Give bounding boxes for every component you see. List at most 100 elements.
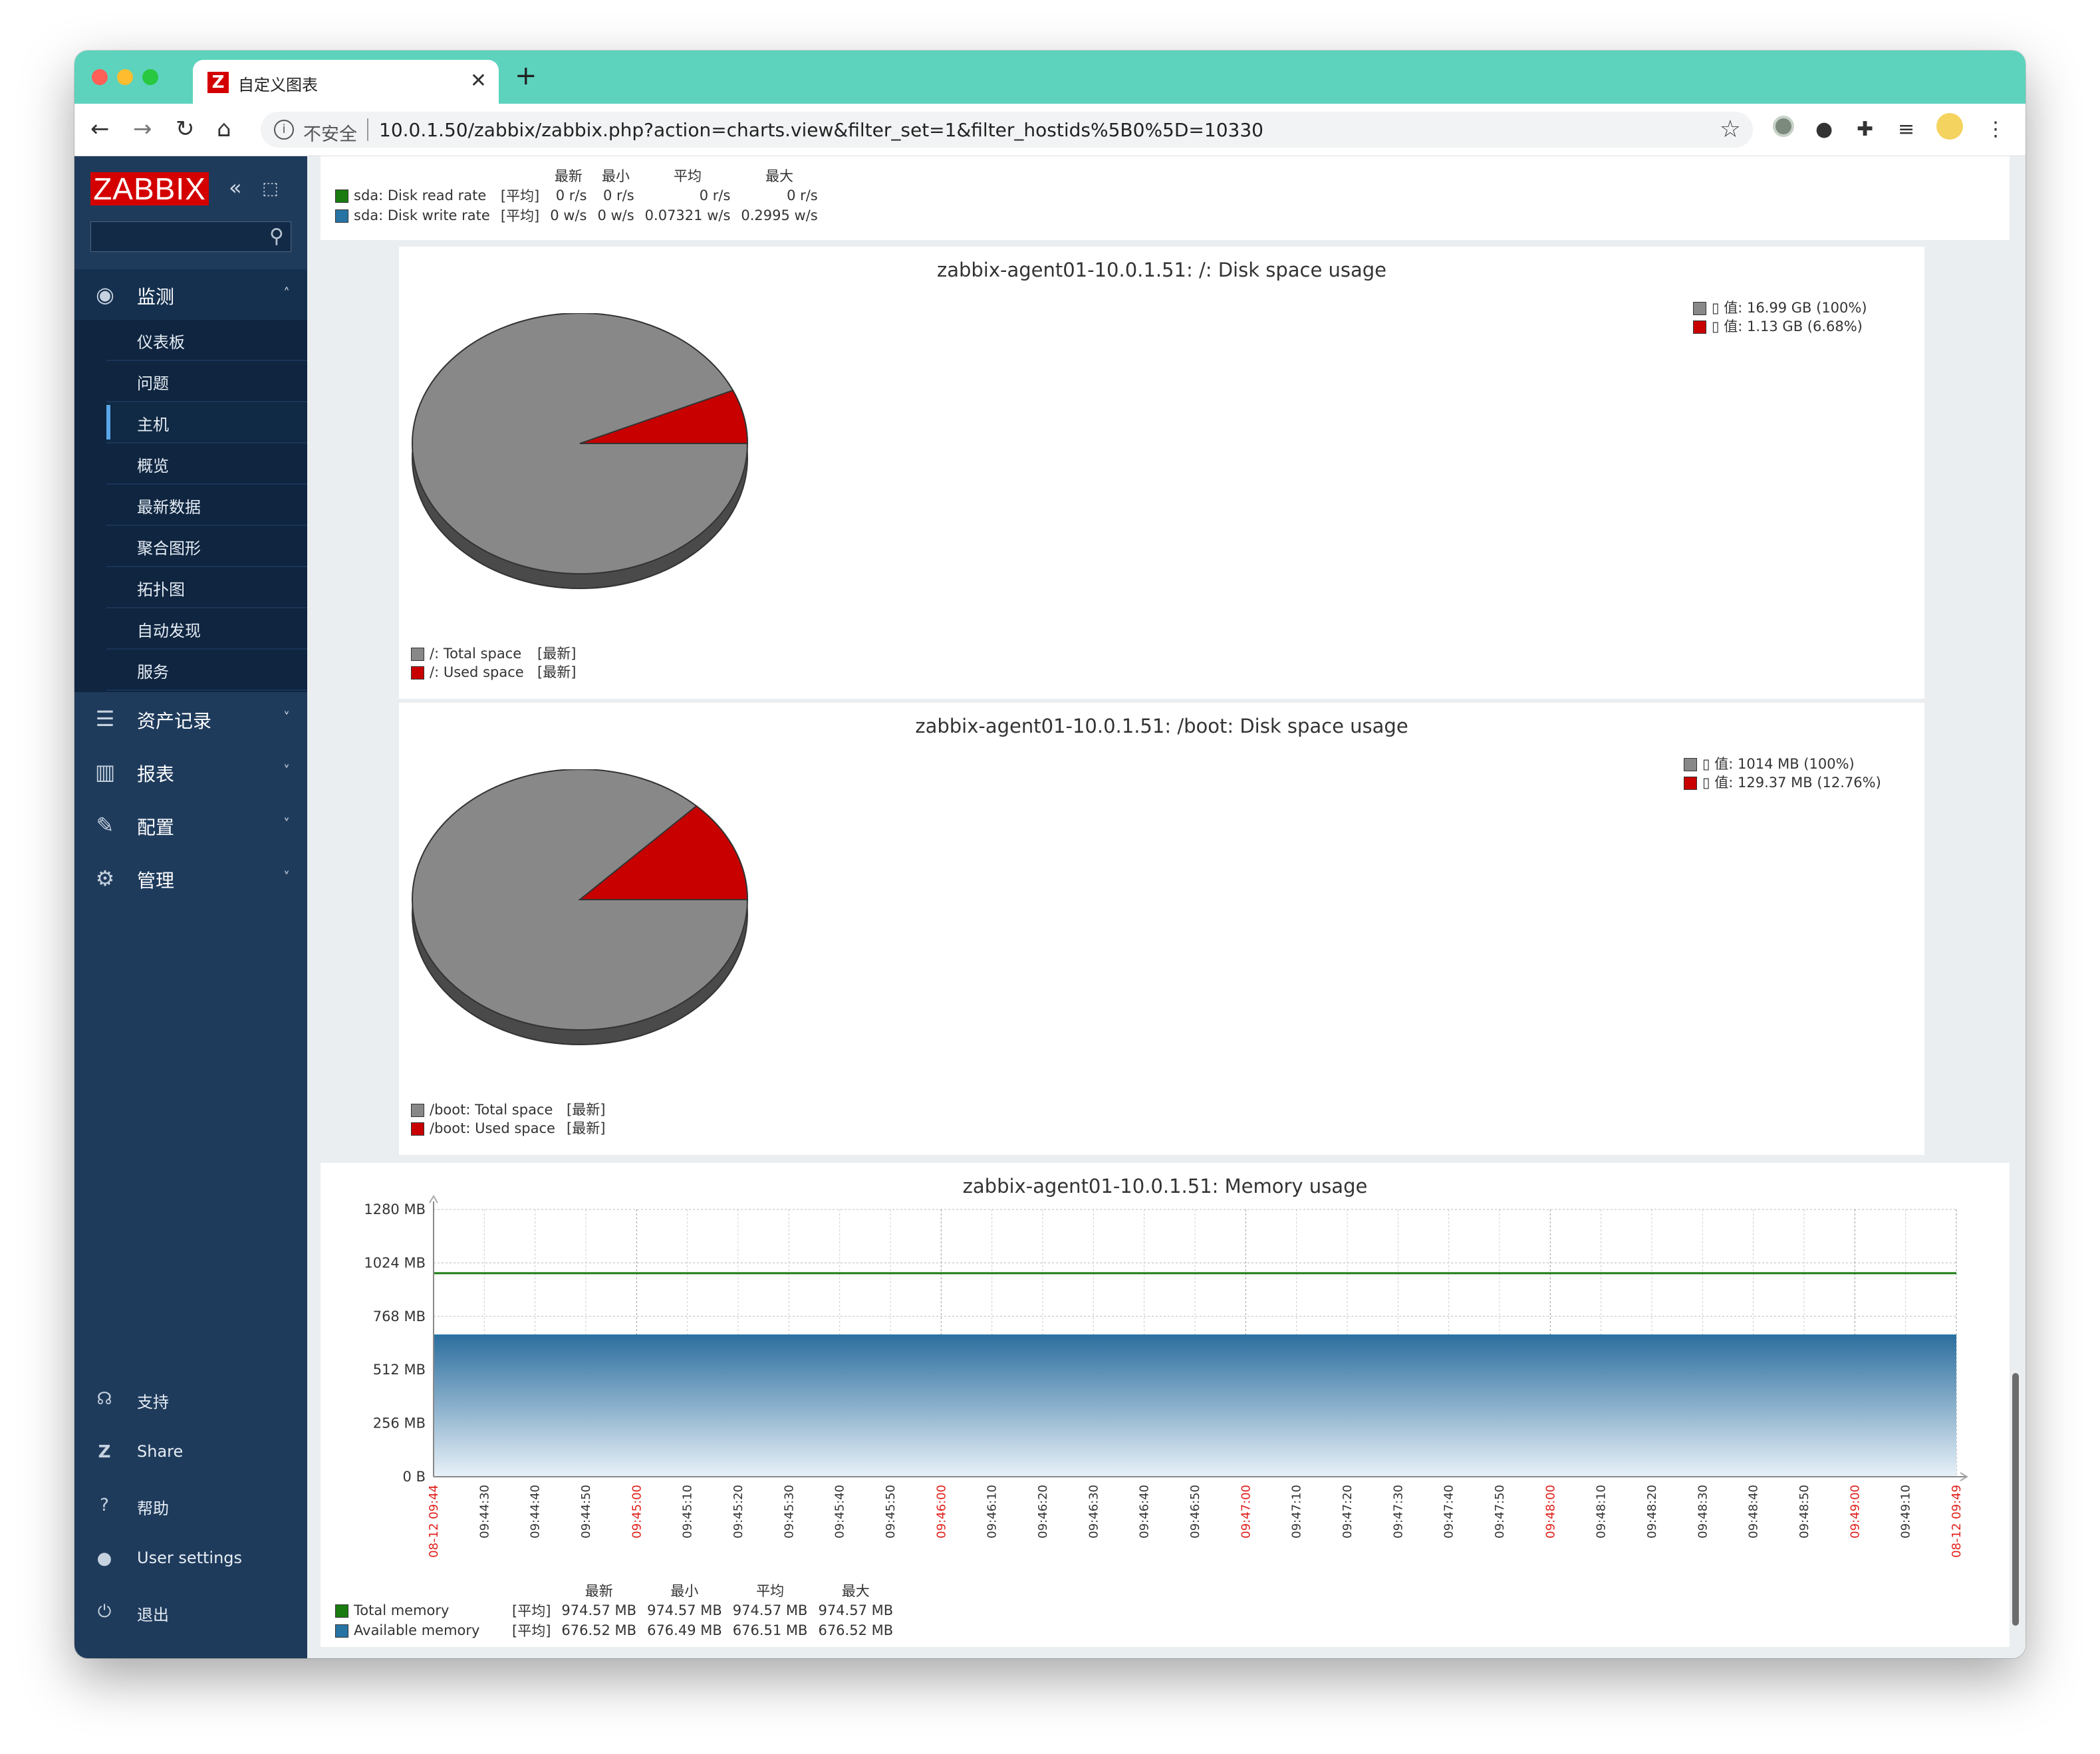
pie-chart [412, 769, 749, 1045]
zoom-window-button[interactable] [142, 69, 158, 85]
extension-icon[interactable] [1773, 116, 1794, 137]
x-tick-label: 09:46:00 [934, 1485, 948, 1539]
legend-value-used: ▯ 值: 1.13 GB (6.68%) [1693, 316, 1863, 336]
legend-row: sda: Disk write rate [平均] 0 w/s 0 w/s 0.… [330, 205, 823, 225]
sidebar: ZABBIX « ⬚ ⚲ ◉ 监测 ˄ 仪表板 问题 主机 概览 最新数据 聚合… [74, 156, 307, 1658]
series-area-available-memory [434, 1335, 1956, 1477]
graph-title: zabbix-agent01-10.0.1.51: /boot: Disk sp… [915, 715, 1408, 737]
monitoring-submenu: 仪表板 问题 主机 概览 最新数据 聚合图形 拓扑图 自动发现 服务 [74, 320, 307, 692]
reload-icon[interactable]: ↻ [176, 116, 195, 142]
x-tick-label: 09:45:40 [833, 1485, 847, 1539]
submenu-overview[interactable]: 概览 [106, 443, 307, 485]
tab-bar: Z 自定义图表 ✕ + [74, 51, 2026, 104]
submenu-problems[interactable]: 问题 [106, 361, 307, 402]
submenu-latest-data[interactable]: 最新数据 [106, 485, 307, 526]
puzzle-icon[interactable]: ✚ [1857, 118, 1873, 141]
user-icon: ● [96, 1549, 112, 1568]
x-tick-label: 09:48:50 [1797, 1485, 1811, 1539]
submenu-screens[interactable]: 聚合图形 [106, 526, 307, 567]
menu-monitoring[interactable]: ◉ 监测 ˄ [74, 269, 307, 320]
pie-chart [412, 313, 749, 589]
footer-user-settings[interactable]: ● User settings [74, 1538, 307, 1578]
browser-tab[interactable]: Z 自定义图表 ✕ [193, 60, 499, 104]
address-bar[interactable]: i 不安全 10.0.1.50/zabbix/zabbix.php?action… [261, 112, 1753, 148]
x-tick-label: 09:46:50 [1188, 1485, 1202, 1539]
legend-total-space: /: Total space [最新] [411, 643, 576, 663]
legend-used-space: /boot: Used space [最新] [411, 1118, 605, 1138]
legend-total-space: /boot: Total space [最新] [411, 1099, 605, 1119]
avatar-icon[interactable] [1936, 113, 1963, 140]
memory-legend: 最新 最小 平均 最大 Total memory [平均] 974.57 MB … [330, 1580, 898, 1640]
x-tick-label: 09:45:10 [681, 1485, 695, 1539]
chevron-down-icon: ˅ [283, 709, 290, 725]
x-tick-label: 09:48:10 [1595, 1485, 1609, 1539]
tab-close-icon[interactable]: ✕ [470, 69, 487, 92]
browser-window: Z 自定义图表 ✕ + ← → ↻ ⌂ i 不安全 10.0.1.50/zabb… [74, 51, 2026, 1658]
zabbix-share-icon: Z [98, 1442, 111, 1462]
disk-rate-legend: 最新 最小 平均 最大 sda: Disk read rate [平均] 0 r… [330, 166, 823, 225]
menu-reports[interactable]: ▥ 报表 ˅ [74, 747, 307, 797]
forward-icon[interactable]: → [133, 116, 152, 142]
x-tick-label: 09:47:10 [1290, 1485, 1304, 1539]
submenu-discovery[interactable]: 自动发现 [106, 608, 307, 650]
menu-administration[interactable]: ⚙ 管理 ˅ [74, 853, 307, 904]
x-tick-label: 09:45:30 [782, 1485, 796, 1539]
new-tab-icon[interactable]: + [515, 63, 537, 89]
footer-share[interactable]: Z Share [74, 1432, 307, 1471]
submenu-hosts[interactable]: 主机 [106, 402, 307, 443]
legend-row: Total memory [平均] 974.57 MB 974.57 MB 97… [330, 1600, 898, 1620]
legend-row: Available memory [平均] 676.52 MB 676.49 M… [330, 1620, 898, 1640]
disk-rate-graph: 最新 最小 平均 最大 sda: Disk read rate [平均] 0 r… [321, 156, 2010, 240]
bulb-icon[interactable]: ● [1815, 118, 1833, 141]
memory-area-chart: 0 B 256 MB 512 MB 768 MB 1024 MB 1280 MB 08-12… [364, 1195, 1968, 1558]
security-label: 不安全 [303, 124, 357, 145]
menu-icon[interactable]: ⋮ [1986, 118, 2006, 141]
submenu-services[interactable]: 服务 [106, 650, 307, 691]
search-icon[interactable]: ⚲ [269, 225, 284, 248]
eye-icon: ◉ [96, 282, 114, 307]
bar-chart-icon: ▥ [94, 759, 116, 785]
x-tick-label: 09:45:20 [731, 1485, 745, 1539]
pie-root-graph: zabbix-agent01-10.0.1.51: /: Disk space … [399, 247, 1924, 699]
kiosk-mode-icon[interactable]: ⬚ [262, 179, 279, 199]
y-tick-label: 1024 MB [364, 1255, 426, 1271]
playlist-icon[interactable]: ≡ [1898, 118, 1914, 141]
back-icon[interactable]: ← [90, 116, 110, 142]
x-tick-label: 09:45:50 [884, 1485, 898, 1539]
collapse-sidebar-icon[interactable]: « [229, 175, 242, 200]
x-tick-label: 09:49:10 [1899, 1485, 1913, 1539]
info-icon[interactable]: i [274, 120, 294, 140]
y-tick-label: 512 MB [373, 1362, 426, 1378]
zabbix-logo[interactable]: ZABBIX [90, 172, 209, 205]
zabbix-favicon-icon: Z [207, 72, 229, 93]
submenu-maps[interactable]: 拓扑图 [106, 567, 307, 608]
close-window-button[interactable] [92, 69, 108, 85]
menu-configuration[interactable]: ✎ 配置 ˅ [74, 800, 307, 850]
legend-row: sda: Disk read rate [平均] 0 r/s 0 r/s 0 r… [330, 186, 823, 205]
url-text[interactable]: 10.0.1.50/zabbix/zabbix.php?action=chart… [379, 119, 1263, 141]
search-input[interactable]: ⚲ [90, 221, 291, 252]
footer-signout[interactable]: ⏻ 退出 [74, 1591, 307, 1631]
x-tick-label: 09:48:30 [1696, 1485, 1710, 1539]
menu-inventory[interactable]: ☰ 资产记录 ˅ [74, 693, 307, 744]
x-tick-label: 09:45:00 [630, 1485, 644, 1539]
x-tick-label: 09:46:20 [1036, 1485, 1050, 1539]
x-tick-label: 09:47:30 [1391, 1485, 1405, 1539]
y-tick-label: 0 B [403, 1469, 426, 1485]
power-icon: ⏻ [97, 1602, 112, 1622]
legend-value-used: ▯ 值: 129.37 MB (12.76%) [1684, 772, 1881, 792]
footer-help[interactable]: ? 帮助 [74, 1485, 307, 1525]
star-icon[interactable]: ☆ [1720, 116, 1741, 143]
divider [367, 118, 368, 141]
x-tick-label: 09:47:50 [1493, 1485, 1507, 1539]
tab-title: 自定义图表 [238, 76, 318, 94]
footer-support[interactable]: ☊ 支持 [74, 1378, 307, 1418]
x-tick-label: 09:46:30 [1087, 1485, 1101, 1539]
page-scrollbar[interactable] [2012, 1373, 2019, 1626]
minimize-window-button[interactable] [117, 69, 133, 85]
x-tick-label: 08-12 09:49 [1950, 1485, 1964, 1558]
submenu-dashboard[interactable]: 仪表板 [106, 320, 307, 361]
x-tick-label: 09:49:00 [1848, 1485, 1862, 1539]
home-icon[interactable]: ⌂ [217, 116, 231, 142]
wrench-icon: ✎ [96, 813, 114, 838]
